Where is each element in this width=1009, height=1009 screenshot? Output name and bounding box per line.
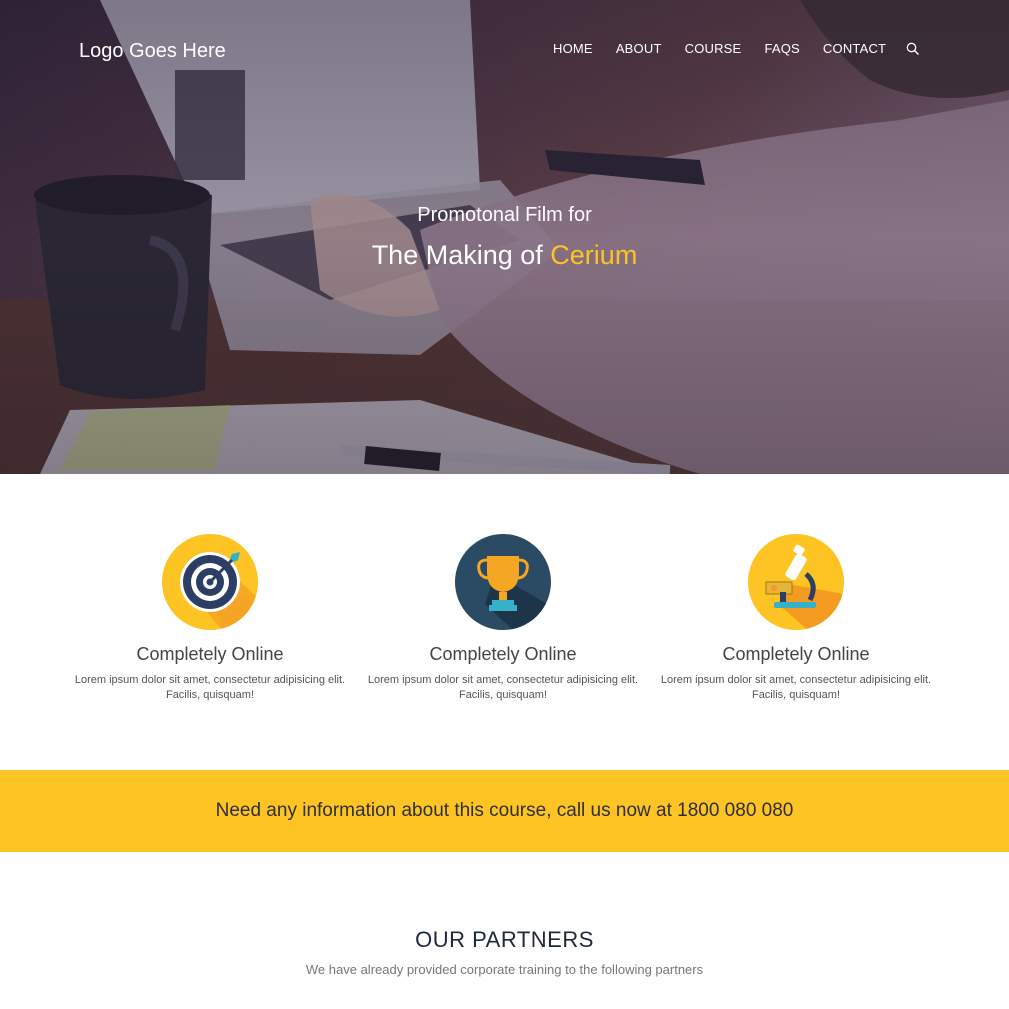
hero-title: The Making of Cerium (0, 240, 1009, 271)
partners-section: OUR PARTNERS We have already provided co… (0, 852, 1009, 1009)
feature-card: Completely Online Lorem ipsum dolor sit … (651, 534, 941, 703)
hero-subtitle: Promotonal Film for (417, 204, 592, 226)
feature-title: Completely Online (429, 644, 577, 664)
target-icon (162, 534, 258, 630)
feature-title: Completely Online (722, 644, 870, 664)
nav-item-contact[interactable]: CONTACT (823, 41, 886, 56)
cta-text: Need any information about this course, … (215, 800, 794, 821)
top-navigation-bar: Logo Goes Here HOME ABOUT COURSE FAQS CO… (0, 0, 1009, 100)
feature-card: Completely Online Lorem ipsum dolor sit … (358, 534, 648, 703)
nav-item-course[interactable]: COURSE (685, 41, 742, 56)
call-to-action-bar: Need any information about this course, … (0, 770, 1009, 852)
search-icon[interactable] (906, 42, 920, 56)
site-logo[interactable]: Logo Goes Here (79, 40, 226, 63)
feature-text: Lorem ipsum dolor sit amet, consectetur … (367, 674, 639, 701)
trophy-icon (455, 534, 551, 630)
nav-item-home[interactable]: HOME (553, 41, 593, 56)
main-nav: HOME ABOUT COURSE FAQS CONTACT (553, 41, 920, 56)
feature-text: Lorem ipsum dolor sit amet, consectetur … (660, 674, 932, 701)
feature-title: Completely Online (136, 644, 284, 664)
partners-title: OUR PARTNERS (415, 927, 594, 952)
hero-section: Logo Goes Here HOME ABOUT COURSE FAQS CO… (0, 0, 1009, 474)
hero-title-accent: Cerium (550, 240, 638, 270)
partners-subtitle: We have already provided corporate train… (305, 962, 704, 977)
hero-title-prefix: The Making of (371, 240, 543, 270)
feature-text: Lorem ipsum dolor sit amet, consectetur … (74, 674, 346, 701)
nav-item-faqs[interactable]: FAQS (764, 41, 799, 56)
nav-item-about[interactable]: ABOUT (616, 41, 662, 56)
feature-card: Completely Online Lorem ipsum dolor sit … (65, 534, 355, 703)
microscope-icon (748, 534, 844, 630)
features-section: Completely Online Lorem ipsum dolor sit … (0, 474, 1009, 770)
